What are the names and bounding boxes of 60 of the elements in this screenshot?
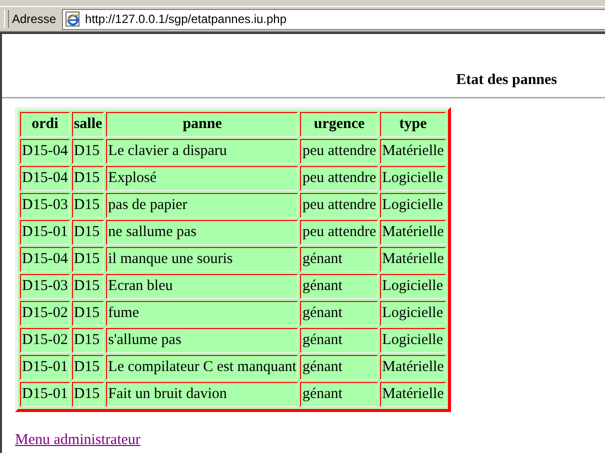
table-cell: il manque une souris <box>106 247 298 272</box>
table-cell: D15-03 <box>20 274 70 299</box>
table-cell: D15 <box>72 220 104 245</box>
table-cell: D15 <box>72 355 104 380</box>
table-cell: Matérielle <box>380 247 446 272</box>
table-cell: D15 <box>72 193 104 218</box>
table-cell: D15-04 <box>20 139 70 164</box>
page-icon <box>65 11 82 27</box>
table-cell: Logicielle <box>380 301 446 326</box>
table-cell: Fait un bruit davion <box>106 382 298 407</box>
table-cell: Logicielle <box>380 328 446 353</box>
table-cell: Logicielle <box>380 166 446 191</box>
table-cell: fume <box>106 301 298 326</box>
table-cell: D15 <box>72 166 104 191</box>
table-cell: ne sallume pas <box>106 220 298 245</box>
table-cell: D15-04 <box>20 166 70 191</box>
table-cell: Matérielle <box>380 355 446 380</box>
column-header: type <box>380 112 446 137</box>
table-cell: D15 <box>72 382 104 407</box>
table-cell: Matérielle <box>380 139 446 164</box>
table-cell: peu attendre <box>300 220 378 245</box>
table-cell: Ecran bleu <box>106 274 298 299</box>
table-cell: D15-04 <box>20 247 70 272</box>
table-cell: génant <box>300 382 378 407</box>
table-cell: D15-01 <box>20 355 70 380</box>
column-header: salle <box>72 112 104 137</box>
page-title: Etat des pannes <box>455 72 557 89</box>
table-cell: Explosé <box>106 166 298 191</box>
table-cell: Logicielle <box>380 274 446 299</box>
table-cell: Logicielle <box>380 193 446 218</box>
table-cell: peu attendre <box>300 193 378 218</box>
admin-menu-link[interactable]: Menu administrateur <box>15 432 140 449</box>
table-cell: pas de papier <box>106 193 298 218</box>
table-cell: D15 <box>72 139 104 164</box>
table-cell: génant <box>300 328 378 353</box>
table-cell: D15 <box>72 328 104 353</box>
table-cell: Le compilateur C est manquant <box>106 355 298 380</box>
table-cell: D15 <box>72 247 104 272</box>
table-cell: D15-01 <box>20 220 70 245</box>
table-cell: génant <box>300 301 378 326</box>
column-header: ordi <box>20 112 70 137</box>
address-label: Adresse <box>12 12 58 26</box>
table-cell: Le clavier a disparu <box>106 139 298 164</box>
table-cell: génant <box>300 355 378 380</box>
address-field[interactable]: http://127.0.0.1/sgp/etatpannes.iu.php <box>62 8 605 30</box>
table-cell: D15-03 <box>20 193 70 218</box>
table-cell: D15-02 <box>20 328 70 353</box>
column-header: urgence <box>300 112 378 137</box>
table-cell: D15-01 <box>20 382 70 407</box>
table-cell: D15 <box>72 274 104 299</box>
table-cell: génant <box>300 274 378 299</box>
table-cell: D15-02 <box>20 301 70 326</box>
table-cell: s'allume pas <box>106 328 298 353</box>
table-cell: Matérielle <box>380 382 446 407</box>
table-cell: peu attendre <box>300 166 378 191</box>
column-header: panne <box>106 112 298 137</box>
table-cell: génant <box>300 247 378 272</box>
table-cell: D15 <box>72 301 104 326</box>
table-cell: Matérielle <box>380 220 446 245</box>
table-cell: peu attendre <box>300 139 378 164</box>
